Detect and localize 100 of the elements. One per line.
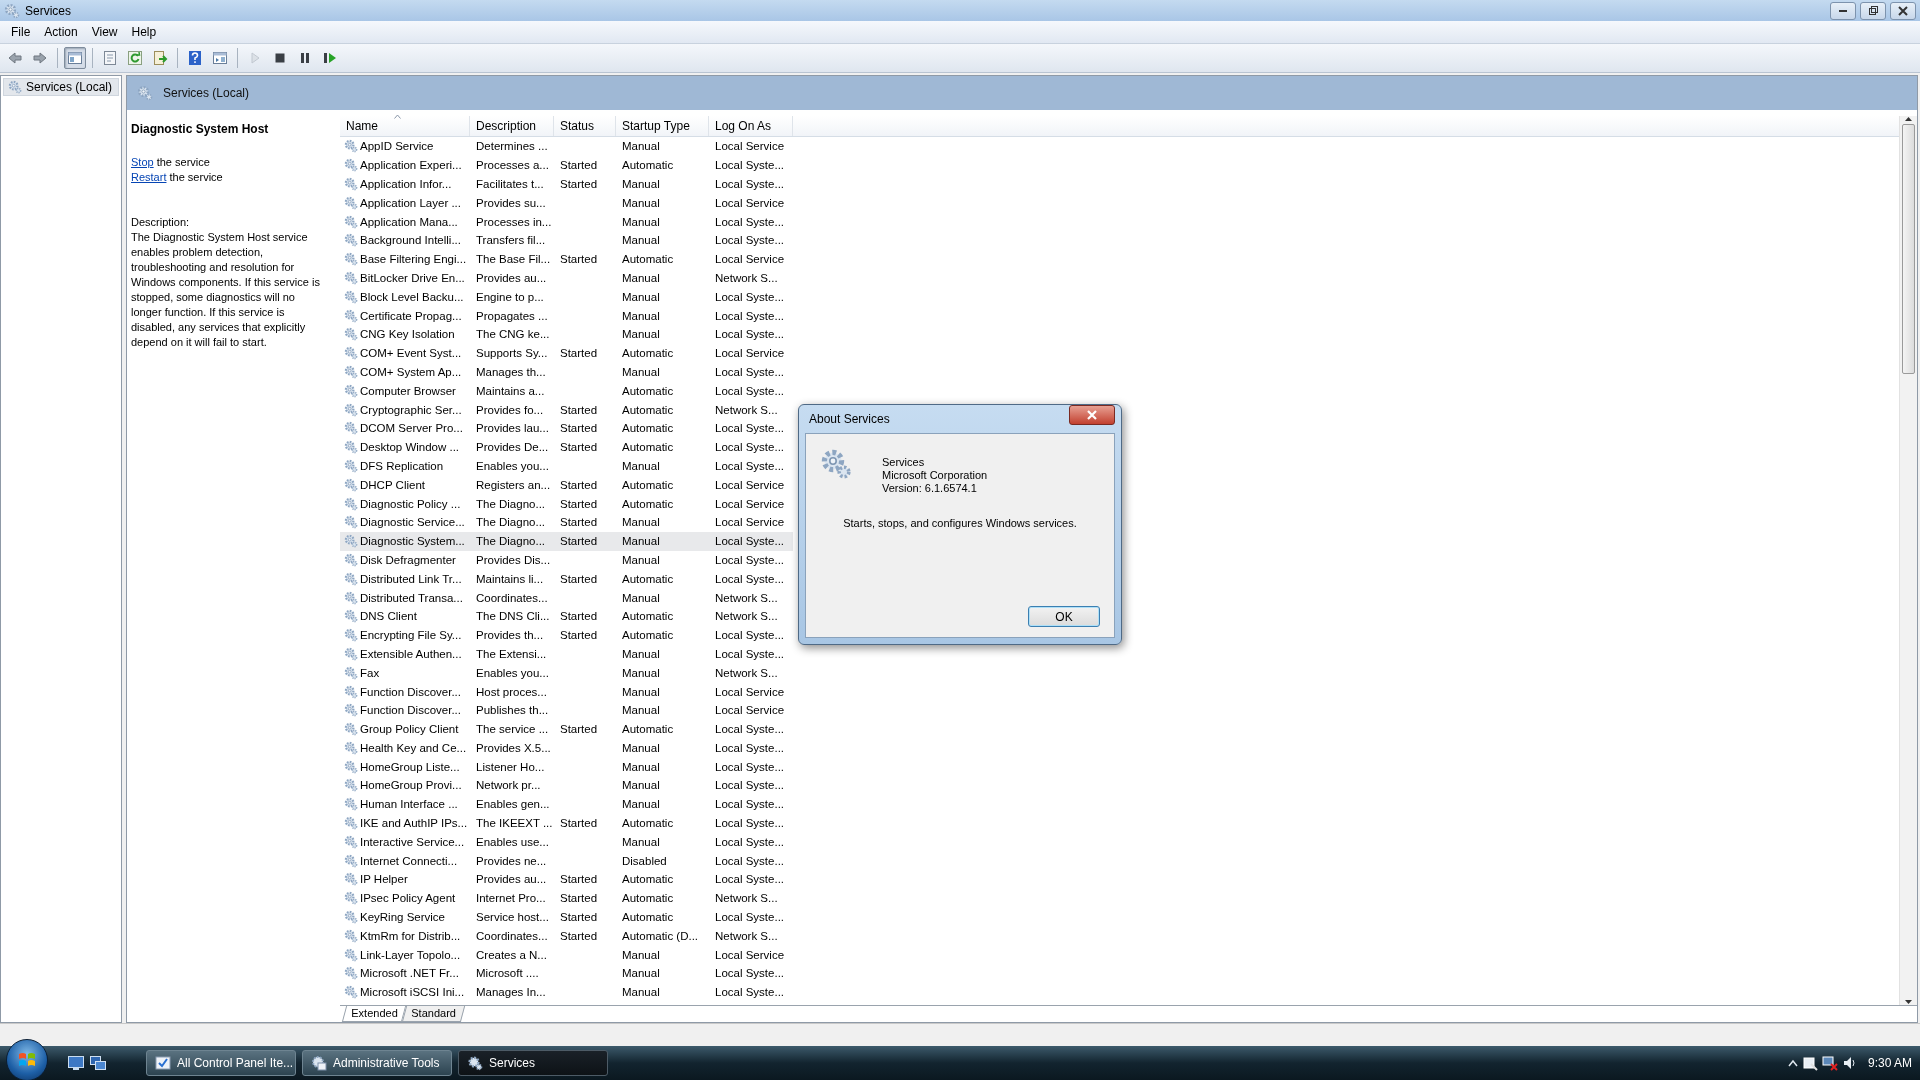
scrollbar[interactable] (1899, 116, 1917, 1005)
table-cell-text: Provides De... (475, 441, 550, 454)
table-row[interactable]: IP Helper Provides au... Started Automatic Local Syste... (340, 870, 793, 889)
gear-icon (344, 759, 358, 774)
table-row[interactable]: IKE and AuthIP IPs... The IKEEXT ... Started Automatic Local Syste... (340, 813, 793, 833)
start-button[interactable] (6, 1039, 48, 1080)
table-row[interactable]: COM+ System Ap... Manages th... Manual Local Syste... (340, 362, 793, 382)
scroll-up-icon[interactable] (1904, 116, 1913, 122)
table-row[interactable]: Microsoft .NET Fr... Microsoft .... Manual Local Syste... (340, 964, 793, 983)
table-row[interactable]: Application Mana... Processes in... Manual Local Syste... (340, 212, 793, 231)
restore-button[interactable] (1860, 1, 1886, 20)
table-cell-text: Coordinates... (475, 929, 549, 942)
table-row[interactable]: Application Infor... Facilitates t... Started Manual Local Syste... (340, 174, 793, 194)
table-row[interactable]: Group Policy Client The service ... Started Automatic Local Syste... (340, 719, 793, 739)
table-row[interactable]: Block Level Backu... Engine to p... Manual Local Syste... (340, 287, 793, 307)
table-row[interactable]: Application Experi... Processes a... Started Automatic Local Syste... (340, 155, 793, 175)
back-arrow-icon (7, 50, 23, 66)
table-row[interactable]: HomeGroup Liste... Listener Ho... Manual Local Syste... (340, 757, 793, 777)
table-row[interactable]: Function Discover... Host proces... Manual Local Service (340, 682, 793, 701)
table-cell-text: Supports Sy... (475, 347, 549, 360)
table-cell-text: Local Syste... (714, 779, 786, 792)
close-button[interactable] (1890, 1, 1916, 20)
action-link[interactable]: Restart (131, 171, 167, 183)
show-hidden-icons-icon[interactable] (1787, 1059, 1798, 1067)
view-tab[interactable]: Extended (341, 1006, 407, 1022)
table-row[interactable]: Internet Connecti... Provides ne... Disabled Local Syste... (340, 851, 793, 871)
table-cell-text: Provides su... (475, 196, 547, 209)
taskbar-button[interactable]: All Control Panel Ite... (146, 1050, 296, 1076)
table-cell-text: Provides fo... (475, 403, 545, 416)
minimize-button[interactable] (1830, 1, 1856, 20)
menu-item[interactable]: Help (124, 23, 164, 41)
table-row[interactable]: Microsoft iSCSI Ini... Manages In... Manual Local Syste... (340, 982, 793, 1002)
column-header[interactable]: Description (470, 116, 554, 136)
service-name: Function Discover... (360, 685, 461, 698)
table-row[interactable]: Link-Layer Topolo... Creates a N... Manual Local Service (340, 945, 793, 965)
console-tree-button[interactable] (64, 47, 86, 69)
table-row[interactable]: Human Interface ... Enables gen... Manual Local Syste... (340, 794, 793, 814)
clock[interactable]: 9:30 AM (1867, 1056, 1912, 1070)
scroll-thumb[interactable] (1902, 124, 1915, 374)
network-error-icon[interactable] (1821, 1055, 1838, 1071)
table-row[interactable]: Application Layer ... Provides su... Manual Local Service (340, 193, 793, 213)
tree-item[interactable]: Services (Local) (3, 78, 119, 96)
service-name: CNG Key Isolation (360, 328, 455, 341)
ok-button[interactable]: OK (1028, 606, 1100, 627)
table-row[interactable]: IPsec Policy Agent Internet Pro... Started Automatic Network S... (340, 888, 793, 908)
menu-item[interactable]: Action (37, 23, 85, 41)
table-row[interactable]: Disk Defragmenter Provides Dis... Manual Local Syste... (340, 550, 793, 570)
column-header[interactable]: Name (340, 116, 470, 136)
table-row[interactable]: CNG Key Isolation The CNG ke... Manual Local Syste... (340, 324, 793, 344)
action-link[interactable]: Stop (131, 156, 154, 168)
menu-item[interactable]: View (84, 23, 125, 41)
table-row[interactable]: KeyRing Service Service host... Started Automatic Local Syste... (340, 907, 793, 927)
table-row[interactable]: Background Intelli... Transfers fil... Manual Local Syste... (340, 231, 793, 250)
window-switch-icon[interactable] (90, 1056, 106, 1070)
gear-icon (344, 552, 358, 567)
taskbar-button[interactable]: Administrative Tools (302, 1050, 452, 1076)
column-header[interactable]: Startup Type (616, 116, 709, 136)
table-row[interactable]: Diagnostic Policy ... The Diagno... Started Automatic Local Service (340, 494, 793, 513)
table-cell-text: The Extensi... (475, 647, 548, 660)
speaker-icon[interactable] (1841, 1055, 1858, 1071)
table-row[interactable]: DHCP Client Registers an... Started Automatic Local Service (340, 475, 793, 495)
table-row[interactable]: Encrypting File Sy... Provides th... Started Automatic Local Syste... (340, 625, 793, 645)
table-cell-text: Started (559, 497, 599, 510)
table-row[interactable]: Desktop Window ... Provides De... Started Automatic Local Syste... (340, 437, 793, 457)
table-row[interactable]: Interactive Service... Enables use... Manual Local Syste... (340, 832, 793, 852)
table-row[interactable]: Diagnostic Service... The Diagno... Started Manual Local Service (340, 512, 793, 532)
scroll-down-icon[interactable] (1904, 999, 1913, 1005)
table-row[interactable]: AppID Service Determines ... Manual Local Service (340, 137, 793, 156)
menu-item[interactable]: File (4, 23, 38, 41)
table-row[interactable]: Distributed Transa... Coordinates... Manual Network S... (340, 588, 793, 607)
table-row[interactable]: Computer Browser Maintains a... Automatic Local Syste... (340, 381, 793, 401)
table-row[interactable]: Certificate Propag... Propagates ... Manual Local Syste... (340, 306, 793, 325)
table-row[interactable]: COM+ Event Syst... Supports Sy... Started Automatic Local Service (340, 343, 793, 363)
table-cell-text: Automatic (621, 347, 675, 360)
table-cell-text: Network S... (714, 929, 779, 942)
table-row[interactable]: DCOM Server Pro... Provides lau... Started Automatic Local Syste... (340, 418, 793, 438)
table-row[interactable]: HomeGroup Provi... Network pr... Manual Local Syste... (340, 776, 793, 795)
table-row[interactable]: Base Filtering Engi... The Base Fil... Started Automatic Local Service (340, 249, 793, 269)
table-row[interactable]: Fax Enables you... Manual Network S... (340, 663, 793, 683)
table-row[interactable]: Extensible Authen... The Extensi... Manual Local Syste... (340, 644, 793, 664)
table-row[interactable]: KtmRm for Distrib... Coordinates... Started Automatic (D... Network S... (340, 926, 793, 946)
table-cell-text: Local Service (714, 704, 786, 717)
view-tab[interactable]: Standard (402, 1006, 466, 1022)
restart-icon (322, 50, 338, 66)
table-row[interactable]: Function Discover... Publishes th... Manual Local Service (340, 700, 793, 720)
table-row[interactable]: Cryptographic Ser... Provides fo... Started Automatic Network S... (340, 400, 793, 419)
table-row[interactable]: Health Key and Ce... Provides X.5... Manual Local Syste... (340, 738, 793, 758)
gear-icon (820, 448, 852, 480)
table-cell-text: Local Syste... (714, 553, 786, 566)
column-header[interactable]: Status (554, 116, 616, 136)
column-header[interactable]: Log On As (709, 116, 793, 136)
taskbar-button[interactable]: Services (458, 1050, 608, 1076)
table-cell-text: Maintains a... (475, 384, 546, 397)
table-row[interactable]: Distributed Link Tr... Maintains li... Started Automatic Local Syste... (340, 569, 793, 589)
table-row[interactable]: DFS Replication Enables you... Manual Local Syste... (340, 456, 793, 476)
close-button[interactable] (1069, 405, 1115, 425)
table-row[interactable]: Diagnostic System... The Diagno... Started Manual Local Syste... (340, 531, 793, 551)
table-row[interactable]: BitLocker Drive En... Provides au... Manual Network S... (340, 268, 793, 288)
table-row[interactable]: DNS Client The DNS Cli... Started Automatic Network S... (340, 606, 793, 626)
desktop-icon[interactable] (68, 1056, 84, 1070)
